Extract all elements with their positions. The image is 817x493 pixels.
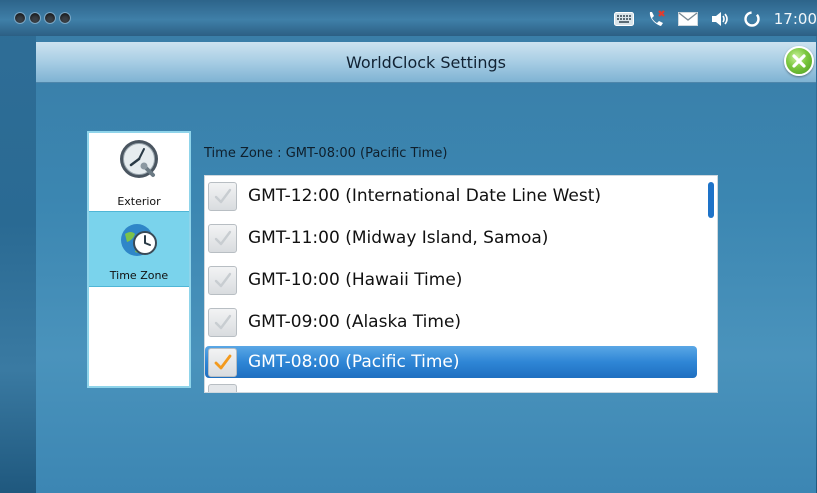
list-item[interactable]: GMT-12:00 (International Date Line West) [205,176,705,216]
list-item-partial [208,384,237,392]
list-item-selected[interactable]: GMT-08:00 (Pacific Time) [205,342,705,382]
list-item[interactable]: GMT-10:00 (Hawaii Time) [205,260,705,300]
close-icon [792,54,806,68]
sidebar-item-time-zone[interactable]: Time Zone [89,211,189,287]
message-icon[interactable] [677,10,698,28]
globe-clock-icon [117,218,161,262]
indicator-dot [59,12,71,24]
title-bar: WorldClock Settings [36,42,816,83]
volume-icon[interactable] [710,10,730,28]
close-button[interactable] [784,46,814,76]
indicator-dot [44,12,56,24]
missed-call-icon[interactable] [646,10,666,28]
page-indicator-dots [14,12,71,24]
checkbox-checked[interactable] [208,347,237,377]
time-zone-label: GMT-09:00 (Alaska Time) [248,312,462,332]
status-icons: 17:00 [613,8,817,30]
status-bar: 17:00 [0,0,817,36]
sidebar-item-label: Time Zone [109,269,169,282]
scrollbar-thumb[interactable] [708,182,714,218]
checkmark-icon [214,314,231,330]
time-zone-label: GMT-08:00 (Pacific Time) [248,352,460,372]
status-time: 17:00 [773,10,817,28]
window-title: WorldClock Settings [345,53,507,72]
indicator-dot [14,12,26,24]
checkmark-icon [214,188,231,204]
checkbox-unchecked[interactable] [208,265,237,295]
list-item[interactable]: GMT-11:00 (Midway Island, Samoa) [205,218,705,258]
checkbox-unchecked[interactable] [208,307,237,337]
checkmark-icon [214,272,231,288]
sync-icon[interactable] [742,10,762,28]
checkmark-icon [214,230,231,246]
checkmark-icon [214,354,231,370]
sidebar-item-label: Exterior [117,195,161,208]
checkbox-unchecked[interactable] [208,181,237,211]
indicator-dot [29,12,41,24]
keyboard-icon[interactable] [613,10,634,28]
time-zone-label: GMT-11:00 (Midway Island, Samoa) [248,228,549,248]
checkbox-unchecked[interactable] [208,223,237,253]
sidebar-item-exterior[interactable]: Exterior [89,133,189,211]
time-zone-list[interactable]: GMT-12:00 (International Date Line West)… [204,175,718,393]
settings-sidebar: Exterior Time Zone [87,131,191,388]
time-zone-label: GMT-10:00 (Hawaii Time) [248,270,463,290]
list-item[interactable]: GMT-09:00 (Alaska Time) [205,302,705,342]
time-zone-current-value: Time Zone : GMT-08:00 (Pacific Time) [204,146,448,161]
time-zone-label: GMT-12:00 (International Date Line West) [248,186,602,206]
clock-wrench-icon [117,137,161,181]
